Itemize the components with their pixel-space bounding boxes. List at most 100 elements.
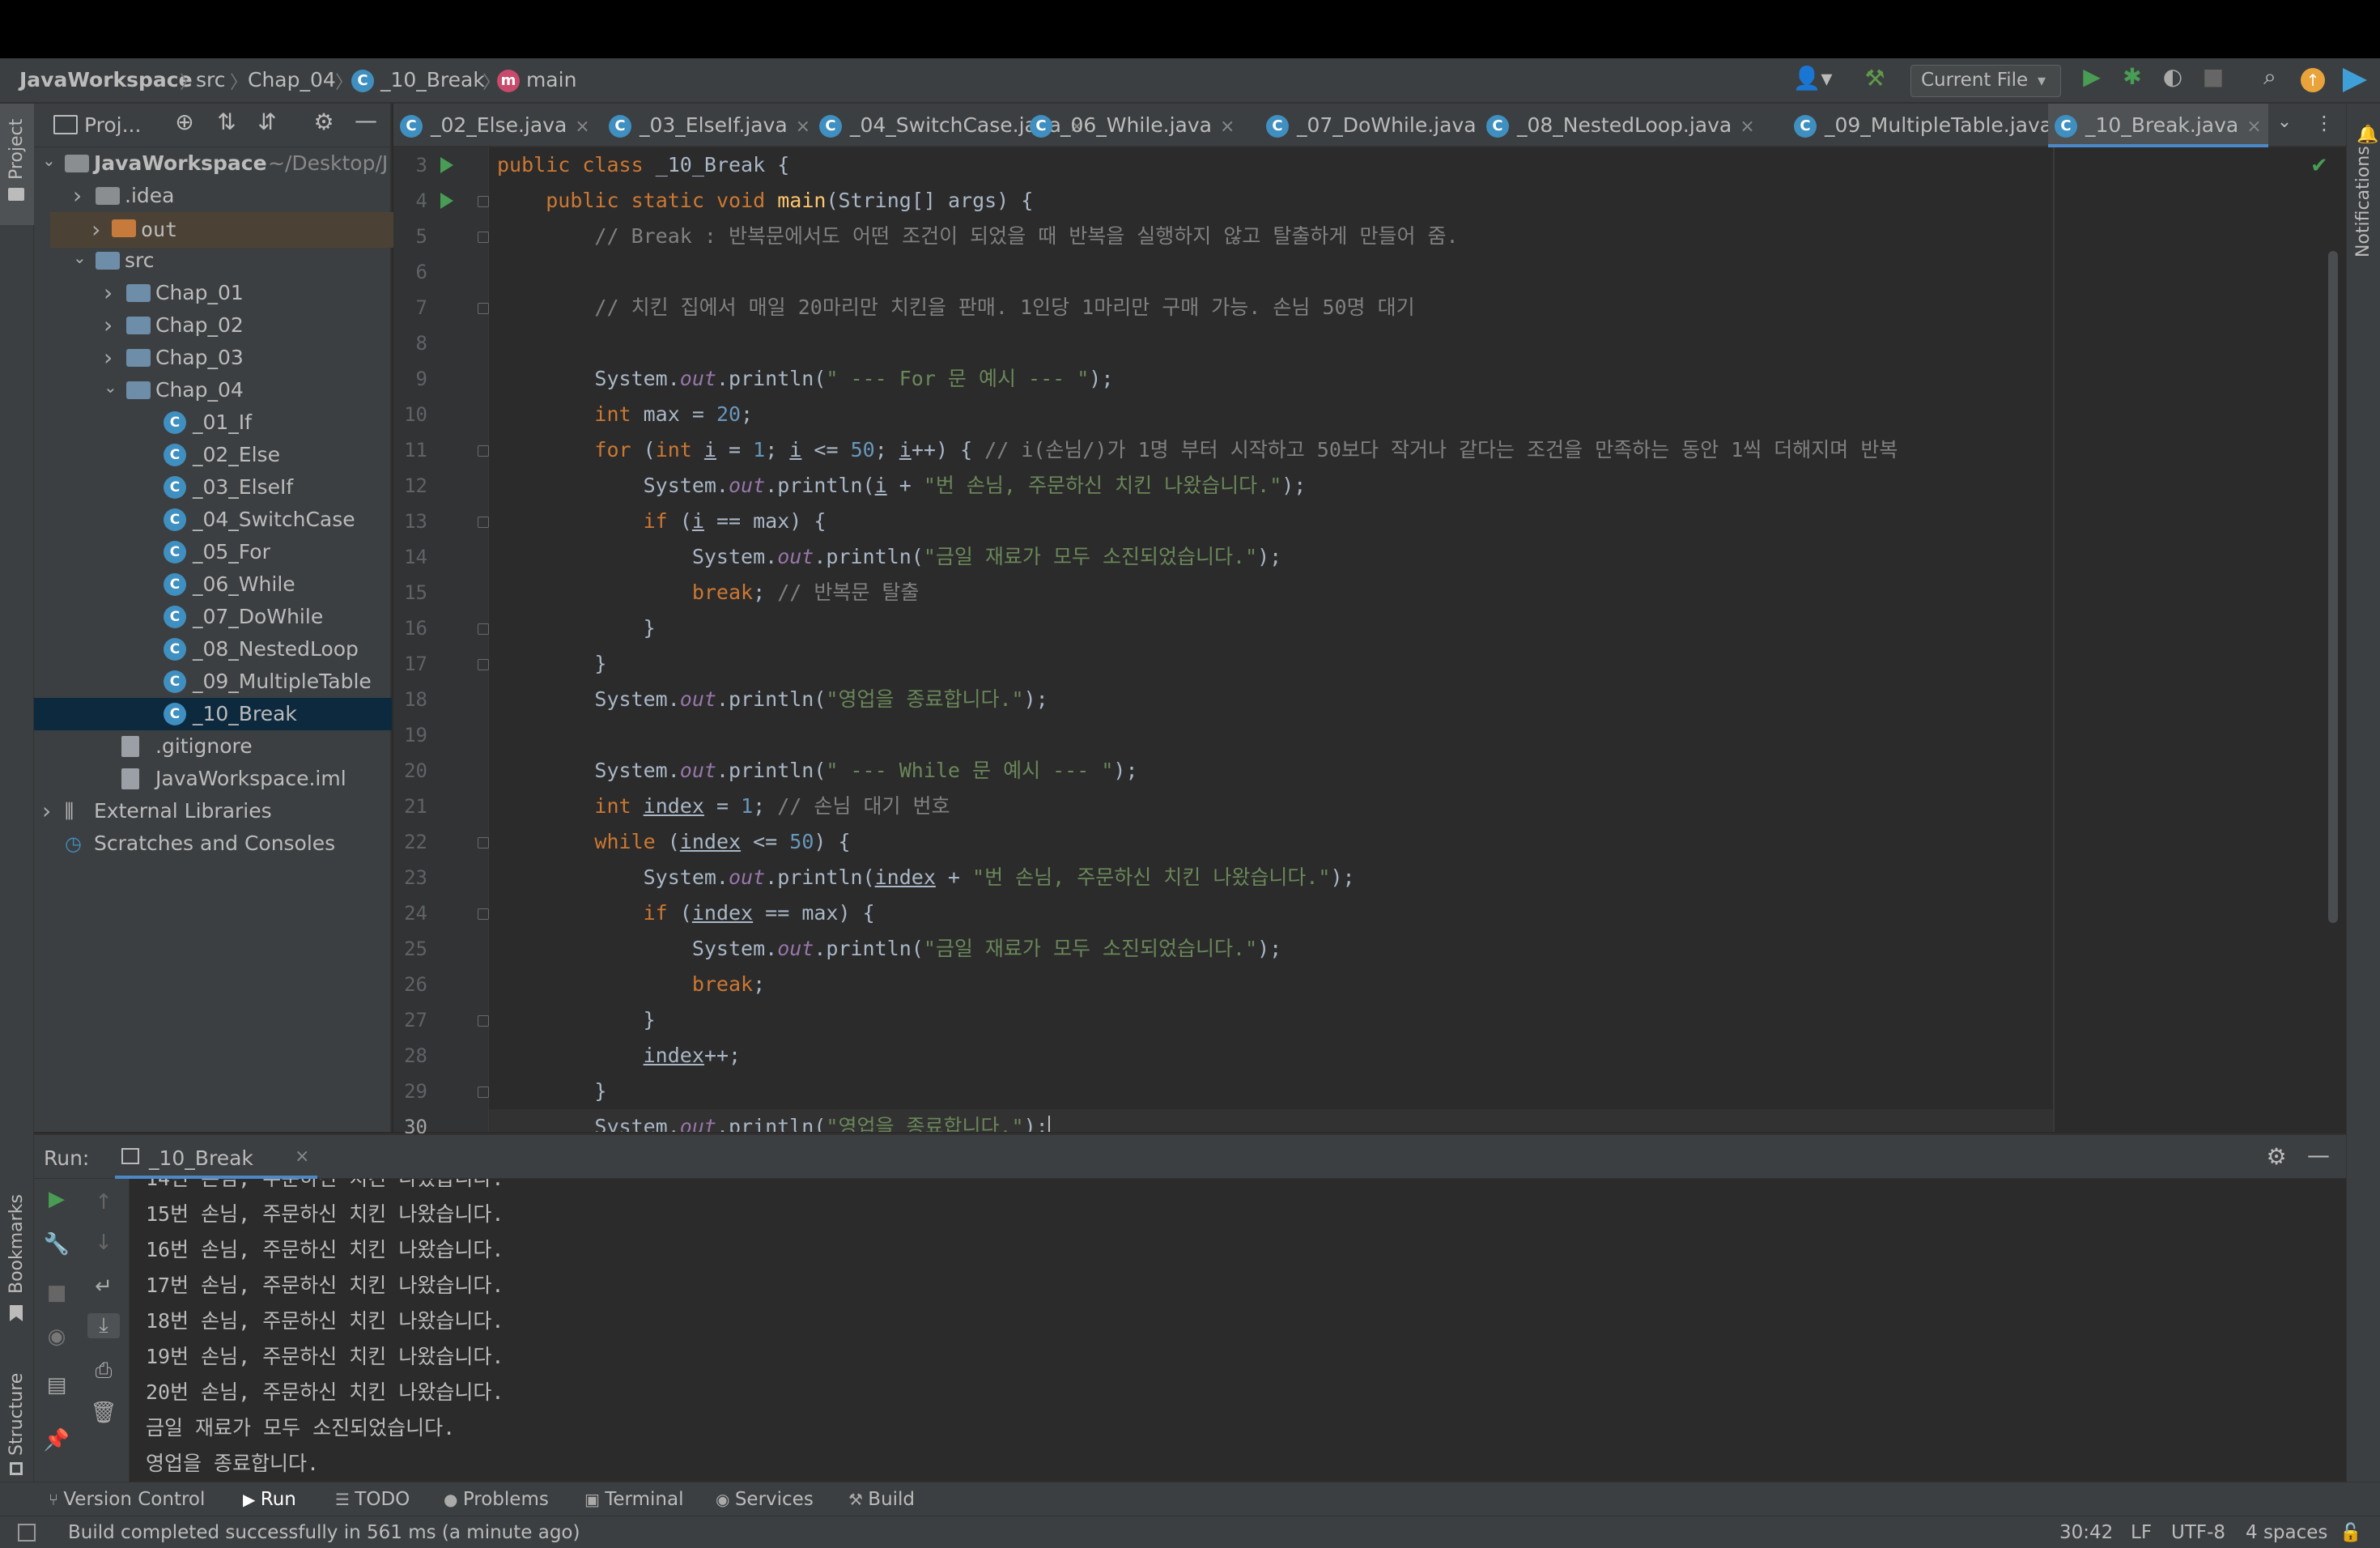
arrow-down-icon[interactable]: ↓ [87,1231,120,1255]
trash-icon[interactable]: 🗑 [87,1401,120,1425]
code-line[interactable]: System.out.println("영업을 종료합니다."); [497,682,1048,717]
code-line[interactable]: // 치킨 집에서 매일 20마리만 치킨을 판매. 1인당 1마리만 구매 가… [497,290,1414,325]
breadcrumb-project[interactable]: JavaWorkspace [19,68,193,91]
fold-marker-icon[interactable] [478,303,489,314]
code-line[interactable]: if (i == max) { [497,504,827,539]
tab-10break[interactable]: C _10_Break.java × [2048,104,2268,147]
tree-item[interactable]: C _07_DoWhile [34,601,392,633]
code-line[interactable]: while (index <= 50) { [497,824,850,860]
close-icon[interactable]: × [575,117,589,137]
code-line[interactable]: System.out.println(" --- For 문 예시 --- ")… [497,361,1113,397]
chevron-right-icon[interactable]: › [89,212,103,248]
gear-icon[interactable]: ⚙ [309,108,338,135]
code-line[interactable]: int max = 20; [497,397,753,432]
tree-item[interactable]: › Chap_02 [34,309,392,342]
fold-marker-icon[interactable] [478,232,489,243]
print-icon[interactable]: ⎙ [87,1359,120,1384]
collapse-all-icon[interactable]: ⇵ [253,108,282,135]
tree-item[interactable]: › Chap_03 [34,342,392,374]
breadcrumb-class[interactable]: C _10_Break [351,68,485,92]
status-message[interactable]: Build completed successfully in 561 ms (… [68,1516,580,1548]
tree-item[interactable]: ⌄ Chap_04 [34,374,392,406]
run-gutter-icon[interactable] [440,193,453,209]
rerun-icon[interactable]: ▶ [40,1187,73,1211]
fold-marker-icon[interactable] [478,1087,489,1098]
tab-list-chevron-down-icon[interactable]: ⌄ [2270,112,2299,132]
code-line[interactable]: public class _10_Break { [497,147,789,183]
tree-item[interactable]: C _06_While [34,568,392,601]
debug-bug-icon[interactable]: ✱ [2118,63,2147,90]
tab-02else[interactable]: C _02_Else.java × [393,104,596,147]
locate-target-icon[interactable]: ⊕ [170,108,199,135]
more-options-icon[interactable]: ⋮ [2312,112,2336,134]
tree-item[interactable]: ◷ Scratches and Consoles [34,827,392,860]
tree-item[interactable]: › ⫼ External Libraries [34,795,392,827]
expand-all-icon[interactable]: ⇅ [212,108,241,135]
tree-item[interactable]: JavaWorkspace.iml [34,763,392,795]
tree-item[interactable]: C _03_ElseIf [34,471,392,504]
notifications-tool-label[interactable]: Notifications [2353,146,2374,257]
user-icon[interactable]: 👤▾ [1792,65,1833,91]
tab-03elseif[interactable]: C _03_ElseIf.java × [602,104,810,147]
tree-item[interactable]: ⌄ JavaWorkspace ~/Desktop/J [34,147,392,180]
stop-icon[interactable]: ■ [40,1281,73,1305]
tab-06while[interactable]: C _06_While.java × [1023,104,1253,147]
fold-marker-icon[interactable] [478,1015,489,1027]
chevron-down-icon[interactable]: ⌄ [73,241,87,274]
tree-item[interactable]: C _05_For [34,536,392,568]
fold-marker-icon[interactable] [478,659,489,670]
chevron-down-icon[interactable]: ⌄ [104,371,117,403]
run-icon[interactable]: ▶ [2077,63,2106,90]
code-line[interactable]: System.out.println(index + "번 손님, 주문하신 치… [497,860,1355,895]
chevron-right-icon[interactable]: › [104,309,113,342]
tree-item[interactable]: ⌄ src [34,245,392,277]
coverage-icon[interactable]: ◐ [2158,63,2187,90]
code-line[interactable]: if (index == max) { [497,895,875,931]
fold-marker-icon[interactable] [478,445,489,457]
tree-item[interactable]: C _09_MultipleTable [34,666,392,698]
inspection-ok-check-icon[interactable]: ✔ [2310,154,2328,178]
plugin-logo-icon[interactable] [2343,68,2367,92]
code-line[interactable]: } [497,646,606,682]
soft-wrap-icon[interactable]: ↵ [87,1274,120,1299]
tool-window-terminal[interactable]: ▣ Terminal [584,1482,683,1516]
code-line[interactable]: System.out.println("금일 재료가 모두 소진되었습니다.")… [497,539,1281,575]
run-config-dropdown[interactable]: Current File ▾ [1910,65,2061,97]
tree-item[interactable]: › .idea [34,180,392,212]
tree-item[interactable]: C _04_SwitchCase [34,504,392,536]
breadcrumb-src[interactable]: src [196,68,226,91]
code-line[interactable]: System.out.println("영업을 종료합니다."); [489,1109,2053,1132]
code-line[interactable]: } [497,1002,656,1038]
close-icon[interactable]: × [295,1146,309,1167]
tool-window-todo[interactable]: ☰ TODO [335,1482,410,1516]
file-encoding[interactable]: UTF-8 [2171,1516,2225,1548]
layout-icon[interactable]: ▤ [40,1373,73,1397]
code-line[interactable]: System.out.println(i + "번 손님, 주문하신 치킨 나왔… [497,468,1307,504]
chevron-down-icon[interactable]: ⌄ [42,144,56,176]
tab-09multipletable[interactable]: C_09_MultipleTable.java× [1787,104,2076,147]
tree-item[interactable]: C _01_If [34,406,392,439]
code-editor[interactable]: public class _10_Break { public static v… [489,147,2053,1132]
chevron-right-icon[interactable]: › [42,795,51,827]
run-gutter-icon[interactable] [440,157,453,173]
code-line[interactable]: for (int i = 1; i <= 50; i++) { // i(손님/… [497,432,1898,468]
minimize-icon[interactable]: — [351,107,380,134]
tree-item[interactable]: .gitignore [34,730,392,763]
code-line[interactable]: break; [497,967,765,1002]
close-icon[interactable]: × [1740,117,1754,137]
code-line[interactable]: // Break : 반복문에서도 어떤 조건이 되었을 때 반복을 실행하지 … [497,219,1458,254]
code-line[interactable]: int index = 1; // 손님 대기 번호 [497,789,950,824]
tab-04switchcase[interactable]: C _04_SwitchCase.java × [813,104,1084,147]
fold-marker-icon[interactable] [478,623,489,635]
pin-icon[interactable]: 📌 [40,1428,73,1452]
lock-icon[interactable]: 🔓 [2340,1523,2361,1543]
search-icon[interactable]: ⌕ [2255,63,2284,91]
tree-item[interactable]: C _08_NestedLoop [34,633,392,666]
tool-window-problems[interactable]: ● Problems [444,1482,549,1516]
project-panel-title[interactable]: Proj... [84,113,141,137]
minimize-icon[interactable]: — [2304,1142,2333,1168]
code-line[interactable]: } [497,1074,606,1109]
chevron-right-icon[interactable]: › [104,277,113,309]
fold-marker-icon[interactable] [478,196,489,207]
tab-07dowhile[interactable]: C_07_DoWhile.java× [1260,104,1499,147]
